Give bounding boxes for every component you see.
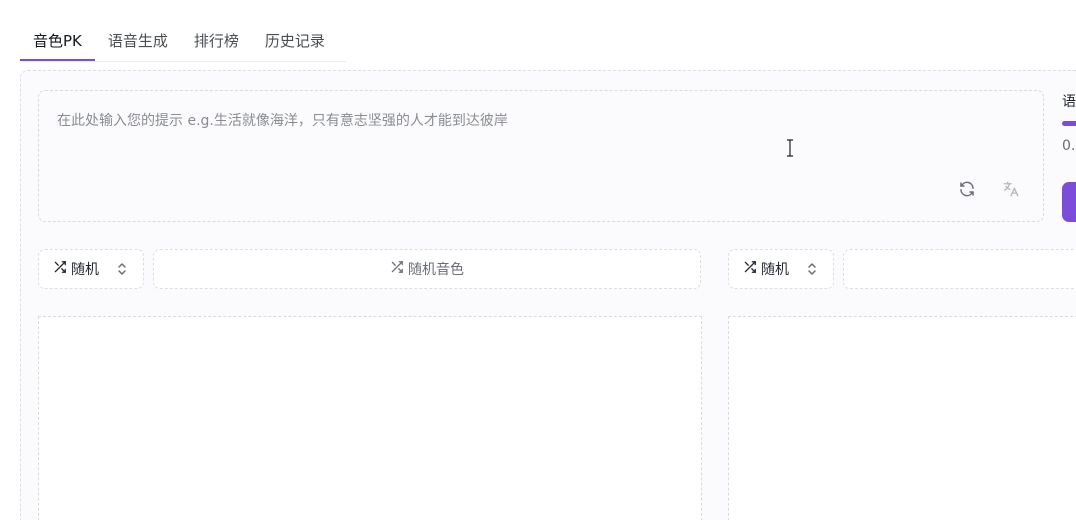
right-voice-field[interactable] bbox=[843, 249, 1076, 289]
shuffle-icon bbox=[743, 260, 757, 278]
shuffle-icon bbox=[53, 260, 67, 278]
translate-icon[interactable] bbox=[1001, 179, 1021, 199]
prompt-box bbox=[38, 90, 1044, 222]
text-cursor-icon bbox=[787, 139, 793, 157]
chevron-updown-icon bbox=[807, 262, 817, 280]
generate-button[interactable] bbox=[1062, 182, 1076, 222]
tab-voice-pk[interactable]: 音色PK bbox=[20, 22, 95, 61]
right-result-area bbox=[728, 316, 1076, 520]
tab-bar: 音色PK 语音生成 排行榜 历史记录 bbox=[20, 22, 346, 62]
left-model-select[interactable]: 随机 bbox=[38, 249, 144, 289]
tab-voice-generation[interactable]: 语音生成 bbox=[95, 22, 181, 61]
right-select-label: 随机 bbox=[761, 262, 789, 278]
left-select-label: 随机 bbox=[71, 262, 99, 278]
chevron-updown-icon bbox=[117, 262, 127, 280]
shuffle-icon bbox=[390, 260, 404, 278]
settings-value: 0. bbox=[1062, 138, 1076, 154]
tab-history[interactable]: 历史记录 bbox=[252, 22, 338, 61]
settings-label: 语 bbox=[1062, 94, 1076, 110]
left-voice-label: 随机音色 bbox=[408, 262, 464, 278]
left-voice-field[interactable]: 随机音色 bbox=[153, 249, 701, 289]
prompt-input[interactable] bbox=[39, 91, 1043, 221]
settings-slider[interactable] bbox=[1062, 121, 1076, 126]
left-result-area bbox=[38, 316, 702, 520]
refresh-icon[interactable] bbox=[957, 179, 977, 199]
tab-leaderboard[interactable]: 排行榜 bbox=[181, 22, 252, 61]
right-model-select[interactable]: 随机 bbox=[728, 249, 834, 289]
